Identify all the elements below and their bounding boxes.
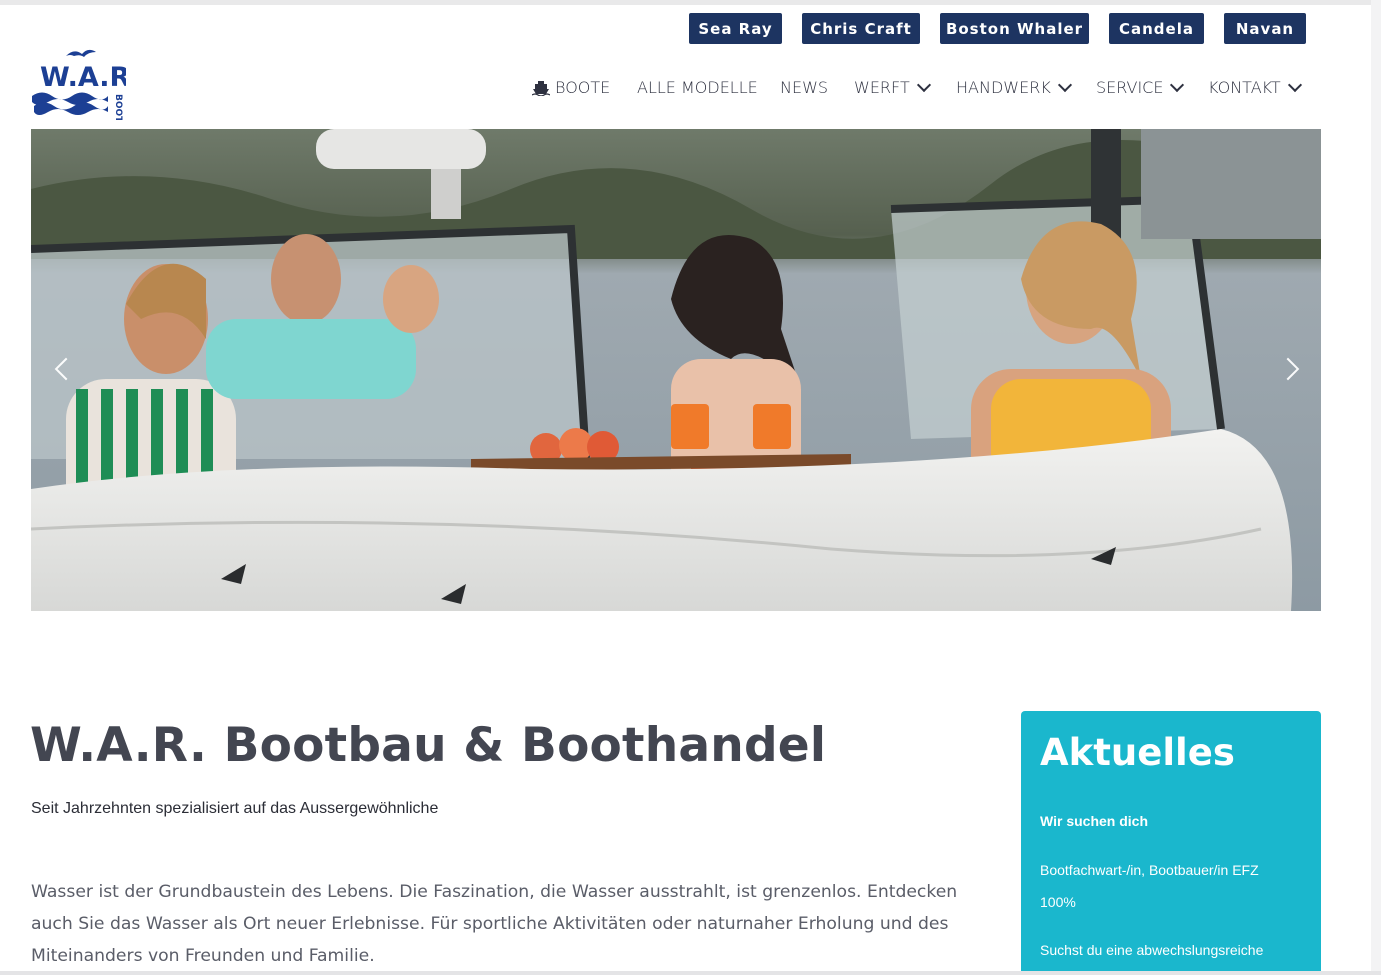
nav-label-alle-modelle: ALLE MODELLE — [637, 78, 758, 97]
chevron-down-icon — [1170, 77, 1185, 93]
nav-item-boote[interactable]: BOOTE — [532, 78, 610, 97]
news-job-title: Bootfachwart-/in, Bootbauer/in EFZ — [1040, 862, 1259, 878]
nav-label-boote: BOOTE — [555, 78, 611, 97]
nav-item-handwerk[interactable]: HANDWERK — [956, 77, 1072, 97]
page-title: W.A.R. Bootbau & Boothandel — [30, 718, 827, 773]
nav-item-news[interactable]: NEWS — [780, 78, 828, 97]
news-headline[interactable]: Wir suchen dich — [1040, 813, 1148, 829]
nav-label-service: SERVICE — [1096, 78, 1164, 97]
intro-paragraph: Wasser ist der Grundbaustein des Lebens.… — [31, 882, 958, 966]
brand-button-chris-craft[interactable]: Chris Craft — [802, 13, 920, 44]
nav-label-news: NEWS — [780, 78, 829, 97]
logo-text: W.A.R. — [40, 62, 126, 93]
brand-button-candela[interactable]: Candela — [1109, 13, 1204, 44]
nav-item-werft[interactable]: WERFT — [854, 77, 931, 97]
chevron-down-icon — [1057, 77, 1072, 93]
chevron-down-icon — [916, 77, 931, 93]
page-subtitle: Seit Jahrzehnten spezialisiert auf das A… — [31, 800, 439, 817]
hero-slider[interactable] — [31, 129, 1321, 611]
scrollbar-track[interactable] — [1371, 0, 1381, 975]
brand-button-navan[interactable]: Navan — [1224, 13, 1306, 44]
news-job-percent: 100% — [1040, 894, 1076, 910]
nav-item-service[interactable]: SERVICE — [1096, 77, 1185, 97]
top-border — [0, 0, 1381, 5]
nav-label-kontakt: KONTAKT — [1208, 78, 1281, 97]
bottom-border — [0, 971, 1381, 975]
nav-item-kontakt[interactable]: KONTAKT — [1208, 77, 1302, 97]
war-logo[interactable]: W.A.R. BOOT — [30, 46, 141, 123]
news-title: Aktuelles — [1040, 731, 1235, 774]
nav-label-handwerk: HANDWERK — [956, 78, 1051, 97]
news-panel: Aktuelles Wir suchen dich Bootfachwart-/… — [1021, 711, 1321, 973]
ship-icon — [532, 80, 550, 96]
news-teaser: Suchst du eine abwechslungsreiche — [1040, 942, 1264, 958]
brand-button-boston-whaler[interactable]: Boston Whaler — [940, 13, 1089, 44]
brand-button-sea-ray[interactable]: Sea Ray — [689, 13, 782, 44]
nav-label-werft: WERFT — [854, 78, 910, 97]
nav-item-alle-modelle[interactable]: ALLE MODELLE — [637, 78, 758, 97]
chevron-down-icon — [1287, 77, 1302, 93]
logo-subtext: BOOT — [113, 94, 123, 120]
hero-image — [31, 129, 1321, 611]
